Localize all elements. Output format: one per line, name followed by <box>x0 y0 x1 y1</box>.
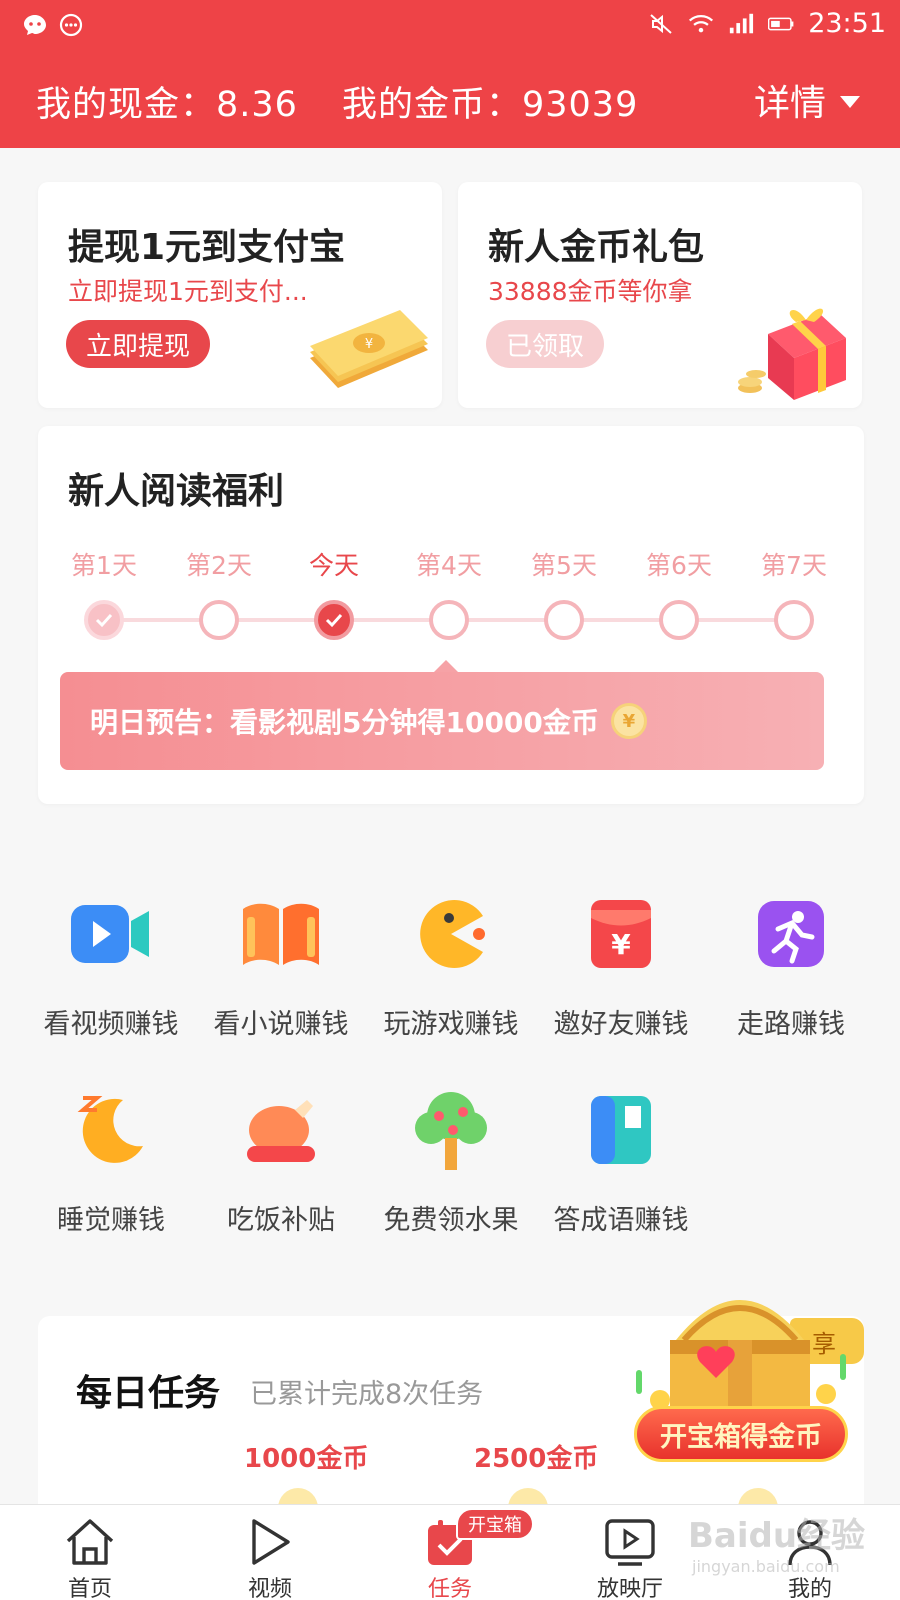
open-chest-button[interactable]: 开宝箱得金币 <box>634 1406 848 1462</box>
svg-text:¥: ¥ <box>611 928 631 961</box>
tab-theater[interactable]: 放映厅 <box>570 1515 690 1600</box>
idiom-card-icon <box>579 1088 663 1172</box>
earn-item-idiom[interactable]: 答成语赚钱 <box>536 1088 706 1237</box>
wallet-header: 我的现金：8.36 我的金币：93039 详情 <box>0 56 900 148</box>
earn-label: 睡觉赚钱 <box>57 1205 165 1236</box>
reward-2: 2500金币 <box>474 1444 599 1474</box>
gift-title: 新人金币礼包 <box>488 227 705 268</box>
tab-home[interactable]: 首页 <box>30 1515 150 1600</box>
daily-tasks-subtitle: 已累计完成8次任务 <box>250 1379 484 1410</box>
reward-1: 1000金币 <box>244 1444 369 1474</box>
tab-label: 首页 <box>67 1577 112 1600</box>
earn-item-invite[interactable]: ¥ 邀好友赚钱 <box>536 892 706 1041</box>
mute-icon <box>648 11 674 37</box>
earn-label: 看视频赚钱 <box>43 1009 179 1040</box>
day-label-5: 第5天 <box>531 551 597 580</box>
day-label-2: 第2天 <box>186 551 252 580</box>
cash-balance: 我的现金：8.36 <box>36 85 298 125</box>
coin-balance: 我的金币：93039 <box>342 85 639 125</box>
pacman-icon <box>409 892 493 976</box>
tab-badge: 开宝箱 <box>456 1508 534 1540</box>
home-icon <box>30 1515 150 1569</box>
watermark: Baidu经验 jingyan.baidu.com <box>688 1508 865 1576</box>
gift-box-icon <box>738 308 846 400</box>
battery-icon <box>768 11 794 37</box>
earn-label: 走路赚钱 <box>737 1009 845 1040</box>
moon-icon <box>69 1088 153 1172</box>
day-label-6: 第6天 <box>646 551 712 580</box>
preview-pointer <box>434 660 458 672</box>
earn-label: 邀好友赚钱 <box>553 1009 689 1040</box>
screen-play-icon <box>570 1515 690 1569</box>
earn-label: 看小说赚钱 <box>213 1009 349 1040</box>
play-icon <box>210 1515 330 1569</box>
tab-video[interactable]: 视频 <box>210 1515 330 1600</box>
day-dot-5 <box>544 600 584 640</box>
day-dot-today-checked <box>314 600 354 640</box>
tomorrow-preview-banner: 明日预告：看影视剧5分钟得10000金币 ¥ <box>60 672 824 770</box>
signal-icon <box>728 11 754 37</box>
earn-item-fruit[interactable]: 免费领水果 <box>366 1088 536 1237</box>
earn-item-meal[interactable]: 吃饭补贴 <box>196 1088 366 1237</box>
earn-label: 答成语赚钱 <box>553 1205 689 1236</box>
day-label-7: 第7天 <box>761 551 827 580</box>
reading-title: 新人阅读福利 <box>68 471 285 512</box>
more-dots-icon <box>58 12 84 38</box>
coin-icon: ¥ <box>610 703 647 739</box>
chat-bubble-icon <box>22 12 48 38</box>
gift-subtitle: 33888金币等你拿 <box>488 277 693 306</box>
day-dot-1-checked <box>84 600 124 640</box>
earn-item-game[interactable]: 玩游戏赚钱 <box>366 892 536 1041</box>
check-icon <box>95 613 113 628</box>
red-envelope-icon: ¥ <box>579 892 663 976</box>
wifi-icon <box>688 11 714 37</box>
preview-text: 明日预告：看影视剧5分钟得10000金币 <box>90 706 599 739</box>
details-button[interactable]: 详情 <box>754 74 860 126</box>
gift-card[interactable]: 新人金币礼包 33888金币等你拿 已领取 <box>458 182 862 408</box>
watermark-main: Baidu经验 <box>688 1516 866 1556</box>
earn-item-video[interactable]: 看视频赚钱 <box>26 892 196 1041</box>
status-bar: 23:51 <box>0 0 900 56</box>
day-label-1: 第1天 <box>71 551 137 580</box>
withdraw-title: 提现1元到支付宝 <box>68 227 346 268</box>
cash-stack-icon: ¥ <box>310 310 428 388</box>
day-dot-2 <box>199 600 239 640</box>
day-dot-4 <box>429 600 469 640</box>
day-dot-6 <box>659 600 699 640</box>
roast-chicken-icon <box>239 1088 323 1172</box>
watermark-sub: jingyan.baidu.com <box>692 1557 840 1576</box>
tab-label: 视频 <box>247 1577 292 1600</box>
running-icon <box>749 892 833 976</box>
video-camera-icon <box>69 892 153 976</box>
earn-label: 免费领水果 <box>383 1205 519 1236</box>
check-icon <box>325 613 343 628</box>
details-label: 详情 <box>753 83 826 124</box>
earn-item-novel[interactable]: 看小说赚钱 <box>196 892 366 1041</box>
day-label-today: 今天 <box>308 551 359 580</box>
day-label-4: 第4天 <box>416 551 482 580</box>
chevron-down-icon <box>840 96 860 108</box>
earn-item-sleep[interactable]: 睡觉赚钱 <box>26 1088 196 1237</box>
tab-label: 任务 <box>427 1577 472 1600</box>
reading-benefit-card: 新人阅读福利 第1天 第2天 今天 第4天 第5天 第6天 第7天 明日预告：看… <box>38 426 864 804</box>
withdraw-button[interactable]: 立即提现 <box>66 320 211 368</box>
day-dot-7 <box>774 600 814 640</box>
earn-item-walk[interactable]: 走路赚钱 <box>706 892 876 1041</box>
withdraw-card[interactable]: 提现1元到支付宝 立即提现1元到支付... 立即提现 ¥ <box>38 182 442 408</box>
tab-label: 放映厅 <box>596 1577 663 1600</box>
daily-tasks-title: 每日任务 <box>76 1373 221 1414</box>
earn-label: 玩游戏赚钱 <box>383 1009 519 1040</box>
svg-text:¥: ¥ <box>365 337 373 352</box>
withdraw-subtitle: 立即提现1元到支付... <box>68 277 308 306</box>
status-time: 23:51 <box>808 8 886 39</box>
claimed-button[interactable]: 已领取 <box>486 320 605 368</box>
fruit-tree-icon <box>409 1088 493 1172</box>
book-icon <box>239 892 323 976</box>
earn-label: 吃饭补贴 <box>227 1205 335 1236</box>
